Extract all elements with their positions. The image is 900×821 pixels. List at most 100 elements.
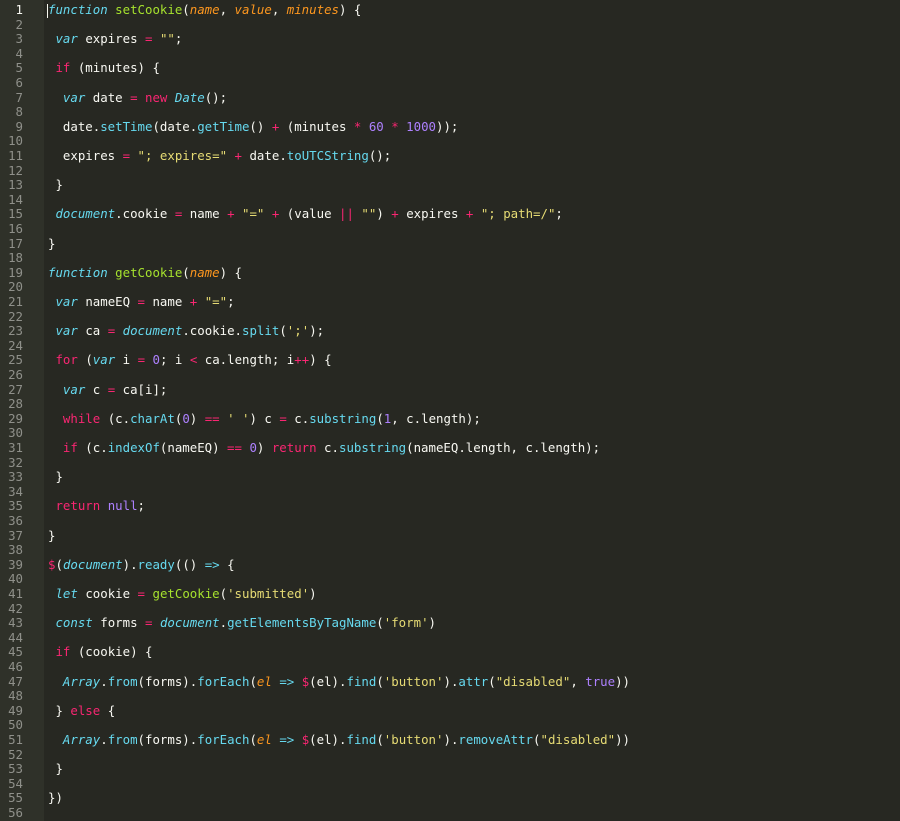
line-number: 31 [8, 440, 23, 455]
code-line[interactable]: 7 var date = new Date(); [0, 89, 900, 106]
line-text: var date = new Date(); [48, 89, 228, 106]
code-line[interactable]: 17} [0, 235, 900, 252]
code-token: removeAttr [458, 732, 534, 747]
code-token: ca.length; i [197, 352, 295, 368]
code-editor[interactable]: 1 function setCookie(name, value, minutes… [0, 0, 900, 821]
code-line[interactable]: 9 date.setTime(date.getTime() + (minutes… [0, 119, 900, 135]
code-line[interactable]: 33 } [0, 469, 900, 485]
code-token: expires [77, 31, 145, 47]
code-token: "; expires=" [137, 148, 228, 163]
code-line[interactable]: 16 [0, 221, 900, 237]
code-line[interactable]: 13 } [0, 177, 900, 193]
code-line[interactable]: 1 function setCookie(name, value, minutes… [0, 2, 900, 18]
code-line[interactable]: 24 [0, 338, 900, 354]
code-line[interactable]: 55}) [0, 791, 900, 806]
code-line[interactable]: 36 [0, 513, 900, 529]
line-number: 17 [8, 235, 23, 251]
code-token: ) [376, 206, 392, 222]
code-line[interactable]: 42 [0, 601, 900, 617]
code-line[interactable]: 2 [0, 16, 900, 33]
code-line[interactable]: 56 [0, 805, 900, 821]
code-line[interactable]: 10 [0, 134, 900, 149]
code-line[interactable]: 21 var nameEQ = name + "="; [0, 294, 900, 310]
code-line[interactable]: 6 [0, 75, 900, 91]
code-line[interactable]: 25 for (var i = 0; i < ca.length; i++) { [0, 353, 900, 368]
code-line[interactable]: 8 [0, 105, 900, 120]
code-token: name [189, 2, 220, 17]
code-token: } [48, 527, 56, 543]
code-line[interactable]: 35 return null; [0, 499, 900, 514]
code-line[interactable]: 22 [0, 309, 900, 325]
code-token: = [137, 352, 146, 368]
code-line[interactable]: 51 Array.from(forms).forEach(el => $(el)… [0, 732, 900, 748]
code-token: (); [204, 89, 228, 105]
code-token: (el). [309, 732, 347, 747]
code-line[interactable]: 44 [0, 630, 900, 646]
code-line[interactable]: 32 [0, 455, 900, 471]
code-line[interactable]: 34 [0, 484, 900, 500]
code-line[interactable]: 54 [0, 776, 900, 792]
code-line[interactable]: 45 if (cookie) { [0, 645, 900, 660]
code-line[interactable]: 19 function getCookie(name) { [0, 264, 900, 281]
line-text: var nameEQ = name + "="; [48, 294, 234, 310]
code-token: { [219, 556, 235, 572]
line-text: if (c.indexOf(nameEQ) == 0) return c.sub… [48, 440, 600, 456]
code-token: + [391, 206, 399, 222]
code-line[interactable]: 15 document.cookie = name + "=" + (value… [0, 207, 900, 222]
code-line[interactable]: 4 [0, 46, 900, 62]
line-number: 2 [15, 16, 23, 32]
code-line[interactable]: 40 [0, 572, 900, 587]
code-line[interactable]: 38 [0, 543, 900, 558]
code-line[interactable]: 48 [0, 689, 900, 704]
code-line[interactable]: 5 if (minutes) { [0, 61, 900, 76]
code-line[interactable]: 49 } else { [0, 703, 900, 719]
code-line[interactable]: 39 $(document).ready(() => { [0, 556, 900, 573]
code-line[interactable]: 29 while (c.charAt (0) == ' ') c = c.subs… [0, 410, 900, 427]
code-token: toUTCString [286, 148, 369, 163]
code-line[interactable]: 37} [0, 527, 900, 544]
text-cursor [47, 4, 48, 18]
code-token: setCookie [115, 2, 183, 17]
code-token: . [219, 615, 228, 631]
code-line[interactable]: 43 const forms = document.getElementsByT… [0, 615, 900, 631]
code-line[interactable]: 30 [0, 426, 900, 441]
code-line[interactable]: 31 if (c.indexOf(nameEQ) == 0) return c.… [0, 440, 900, 456]
code-line[interactable]: 41 let cookie = getCookie('submitted') [0, 586, 900, 602]
code-token: while [62, 410, 101, 426]
code-line[interactable]: 28 [0, 397, 900, 412]
code-token: var [55, 31, 78, 47]
code-token: "; path=/" [480, 206, 556, 222]
code-token: (el). [309, 673, 347, 689]
code-line[interactable]: 11 expires = "; expires=" + date.toUTCSt… [0, 148, 900, 164]
line-number: 19 [8, 264, 23, 280]
code-line[interactable]: 20 [0, 280, 900, 295]
code-line[interactable]: 50 [0, 718, 900, 733]
code-line[interactable]: 23 var ca = document.cookie.split(';'); [0, 323, 900, 339]
code-line[interactable]: 3 var expires = ""; [0, 31, 900, 47]
code-token: ; i [159, 352, 190, 368]
line-number: 51 [8, 732, 23, 747]
code-line[interactable]: 26 [0, 367, 900, 383]
code-line[interactable]: 47 Array.from(forms).forEach(el => $(el)… [0, 673, 900, 690]
line-text: for (var i = 0; i < ca.length; i++) { [48, 352, 331, 368]
code-token: minutes [286, 2, 339, 17]
code-token: Array [62, 732, 101, 747]
code-token: date [85, 89, 131, 105]
code-token: (forms). [137, 673, 198, 689]
line-number: 16 [8, 221, 23, 236]
code-line[interactable]: 46 [0, 659, 900, 675]
line-number: 25 [8, 352, 23, 368]
code-token: c [85, 381, 108, 397]
code-token: (forms). [137, 732, 198, 747]
line-number: 55 [8, 790, 23, 806]
code-line[interactable]: 18 [0, 251, 900, 266]
code-line[interactable]: 52 [0, 747, 900, 763]
code-token: ca [77, 323, 108, 339]
code-line[interactable]: 53 } [0, 761, 900, 777]
line-text: date.setTime(date.getTime() + (minutes *… [48, 119, 458, 135]
code-line[interactable]: 14 [0, 192, 900, 208]
code-line[interactable]: 27 var c = ca[i]; [0, 381, 900, 398]
code-line[interactable]: 12 [0, 163, 900, 179]
